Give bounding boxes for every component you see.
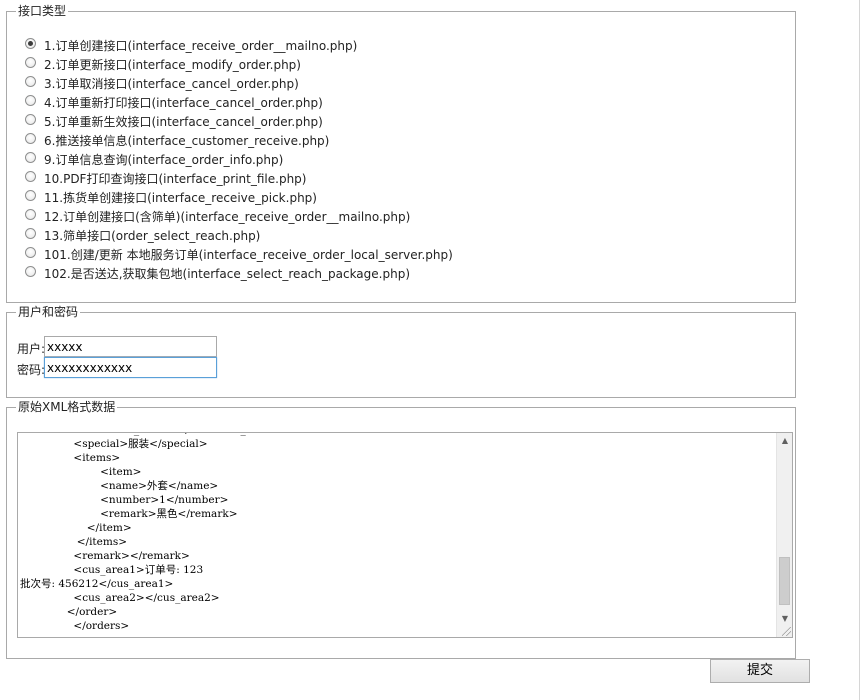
radio-button[interactable] — [25, 247, 36, 258]
api-type-option-label[interactable]: 4.订单重新打印接口(interface_cancel_order.php) — [44, 96, 323, 111]
xml-textarea[interactable]: <collection_value></collection_value> <s… — [17, 432, 793, 638]
api-type-option[interactable]: 102.是否送达,获取集包地(interface_select_reach_pa… — [25, 265, 453, 284]
api-type-option[interactable]: 5.订单重新生效接口(interface_cancel_order.php) — [25, 113, 453, 132]
radio-button[interactable] — [25, 38, 36, 49]
api-type-option[interactable]: 11.拣货单创建接口(interface_receive_pick.php) — [25, 189, 453, 208]
xml-content[interactable]: <collection_value></collection_value> <s… — [20, 433, 776, 633]
page-divider — [859, 0, 860, 700]
api-type-option[interactable]: 2.订单更新接口(interface_modify_order.php) — [25, 56, 453, 75]
api-type-option[interactable]: 10.PDF打印查询接口(interface_print_file.php) — [25, 170, 453, 189]
xml-fieldset: 原始XML格式数据 <collection_value></collection… — [6, 400, 796, 659]
user-input[interactable] — [44, 336, 217, 357]
radio-button[interactable] — [25, 209, 36, 220]
api-type-option-label[interactable]: 102.是否送达,获取集包地(interface_select_reach_pa… — [44, 267, 410, 282]
api-type-option-label[interactable]: 6.推送接单信息(interface_customer_receive.php) — [44, 134, 329, 149]
radio-button[interactable] — [25, 95, 36, 106]
radio-button[interactable] — [25, 228, 36, 239]
api-type-option[interactable]: 1.订单创建接口(interface_receive_order__mailno… — [25, 37, 453, 56]
password-label: 密码: — [17, 363, 46, 377]
radio-button[interactable] — [25, 152, 36, 163]
password-input[interactable] — [44, 357, 217, 378]
api-type-option[interactable]: 3.订单取消接口(interface_cancel_order.php) — [25, 75, 453, 94]
api-type-option-label[interactable]: 11.拣货单创建接口(interface_receive_pick.php) — [44, 191, 317, 206]
api-type-legend: 接口类型 — [16, 4, 69, 18]
api-type-radio-group: 1.订单创建接口(interface_receive_order__mailno… — [25, 37, 453, 284]
api-type-option-label[interactable]: 12.订单创建接口(含筛单)(interface_receive_order__… — [44, 210, 410, 225]
api-type-option[interactable]: 101.创建/更新 本地服务订单(interface_receive_order… — [25, 246, 453, 265]
api-type-option[interactable]: 12.订单创建接口(含筛单)(interface_receive_order__… — [25, 208, 453, 227]
xml-legend: 原始XML格式数据 — [16, 400, 118, 414]
user-label: 用户: — [17, 342, 46, 356]
xml-scrollbar[interactable]: ▲ ▼ — [776, 433, 792, 637]
submit-button[interactable]: 提交 — [710, 659, 810, 683]
api-type-option[interactable]: 4.订单重新打印接口(interface_cancel_order.php) — [25, 94, 453, 113]
api-type-option-label[interactable]: 5.订单重新生效接口(interface_cancel_order.php) — [44, 115, 323, 130]
api-type-option-label[interactable]: 13.筛单接口(order_select_reach.php) — [44, 229, 260, 244]
api-type-option-label[interactable]: 10.PDF打印查询接口(interface_print_file.php) — [44, 172, 306, 187]
api-type-fieldset: 接口类型 1.订单创建接口(interface_receive_order__m… — [6, 4, 796, 303]
api-type-option-label[interactable]: 1.订单创建接口(interface_receive_order__mailno… — [44, 39, 357, 54]
api-type-option-label[interactable]: 2.订单更新接口(interface_modify_order.php) — [44, 58, 301, 73]
api-type-option[interactable]: 6.推送接单信息(interface_customer_receive.php) — [25, 132, 453, 151]
resize-grip-icon[interactable] — [782, 627, 791, 636]
credentials-fieldset: 用户和密码 用户: 密码: — [6, 305, 796, 398]
radio-button[interactable] — [25, 266, 36, 277]
radio-button[interactable] — [25, 76, 36, 87]
scroll-down-arrow-icon[interactable]: ▼ — [777, 611, 792, 627]
radio-button[interactable] — [25, 133, 36, 144]
api-type-option[interactable]: 9.订单信息查询(interface_order_info.php) — [25, 151, 453, 170]
api-type-option-label[interactable]: 3.订单取消接口(interface_cancel_order.php) — [44, 77, 299, 92]
credentials-legend: 用户和密码 — [16, 305, 81, 319]
scroll-thumb[interactable] — [779, 557, 790, 605]
api-type-option[interactable]: 13.筛单接口(order_select_reach.php) — [25, 227, 453, 246]
scroll-up-arrow-icon[interactable]: ▲ — [777, 433, 792, 449]
api-type-option-label[interactable]: 9.订单信息查询(interface_order_info.php) — [44, 153, 283, 168]
api-type-option-label[interactable]: 101.创建/更新 本地服务订单(interface_receive_order… — [44, 248, 453, 263]
radio-button[interactable] — [25, 190, 36, 201]
radio-button[interactable] — [25, 171, 36, 182]
radio-button[interactable] — [25, 57, 36, 68]
radio-button[interactable] — [25, 114, 36, 125]
